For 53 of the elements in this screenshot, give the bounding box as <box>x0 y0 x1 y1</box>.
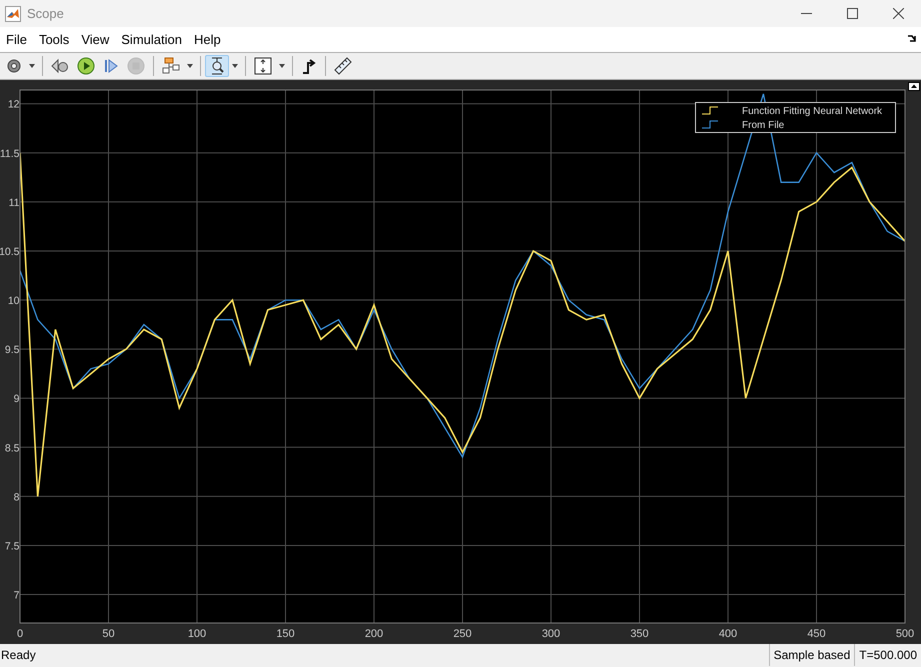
blocks-icon <box>162 57 180 75</box>
y-tick-label: 12 <box>8 98 20 111</box>
y-tick-label: 7.5 <box>4 540 20 552</box>
zoom-button[interactable] <box>205 55 229 77</box>
zoom-icon <box>209 57 225 75</box>
caret-icon[interactable] <box>187 64 193 68</box>
x-tick-label: 150 <box>276 628 295 640</box>
step-forward-icon <box>103 58 119 74</box>
x-tick-label: 0 <box>16 628 24 640</box>
run-icon <box>77 57 95 75</box>
x-tick-label: 300 <box>542 628 560 640</box>
close-icon <box>892 8 904 19</box>
caret-icon[interactable] <box>279 64 285 68</box>
app-logo-icon <box>5 6 21 22</box>
y-tick-label: 11.5 <box>0 148 20 160</box>
trigger-icon <box>301 57 317 75</box>
caret-icon[interactable] <box>232 64 238 68</box>
y-tick-label: 9.5 <box>4 344 20 356</box>
step-back-icon <box>51 58 69 74</box>
y-tick-label: 7 <box>14 590 20 602</box>
x-tick-label: 250 <box>453 628 472 640</box>
x-tick-label: 50 <box>102 628 115 640</box>
x-tick-label: 100 <box>188 628 206 640</box>
x-tick-label: 450 <box>807 628 826 640</box>
legend-label: From File <box>742 120 784 131</box>
legend-label: Function Fitting Neural Network <box>742 106 882 117</box>
expand-icon[interactable] <box>908 82 920 91</box>
y-tick-label: 8.5 <box>4 442 20 454</box>
x-tick-label: 200 <box>364 628 384 640</box>
gear-icon <box>6 58 22 74</box>
y-tick-label: 10.5 <box>0 246 20 258</box>
menu-item[interactable]: Tools <box>32 27 76 52</box>
window-title: Scope <box>27 4 64 23</box>
undock-icon[interactable] <box>908 35 918 44</box>
caret-icon[interactable] <box>29 64 35 68</box>
x-tick-label: 400 <box>718 628 738 640</box>
menu-item[interactable]: Help <box>188 27 227 52</box>
x-tick-label: 350 <box>630 628 649 640</box>
ruler-icon <box>334 57 352 75</box>
y-tick-label: 11 <box>8 196 20 209</box>
menu-item[interactable]: File <box>0 27 33 52</box>
status-field: T=500.000 <box>854 644 921 666</box>
y-tick-label: 10 <box>8 295 20 308</box>
status-text: Ready <box>0 647 36 664</box>
fit-icon <box>254 57 272 75</box>
y-tick-label: 8 <box>14 491 20 504</box>
menu-item[interactable]: Simulation <box>115 27 188 52</box>
stop-icon <box>127 57 145 75</box>
maximize-icon <box>846 8 858 19</box>
x-tick-label: 500 <box>896 628 914 640</box>
status-field: Sample based <box>768 644 854 666</box>
menu-item[interactable]: View <box>75 27 116 52</box>
y-tick-label: 9 <box>14 393 20 406</box>
